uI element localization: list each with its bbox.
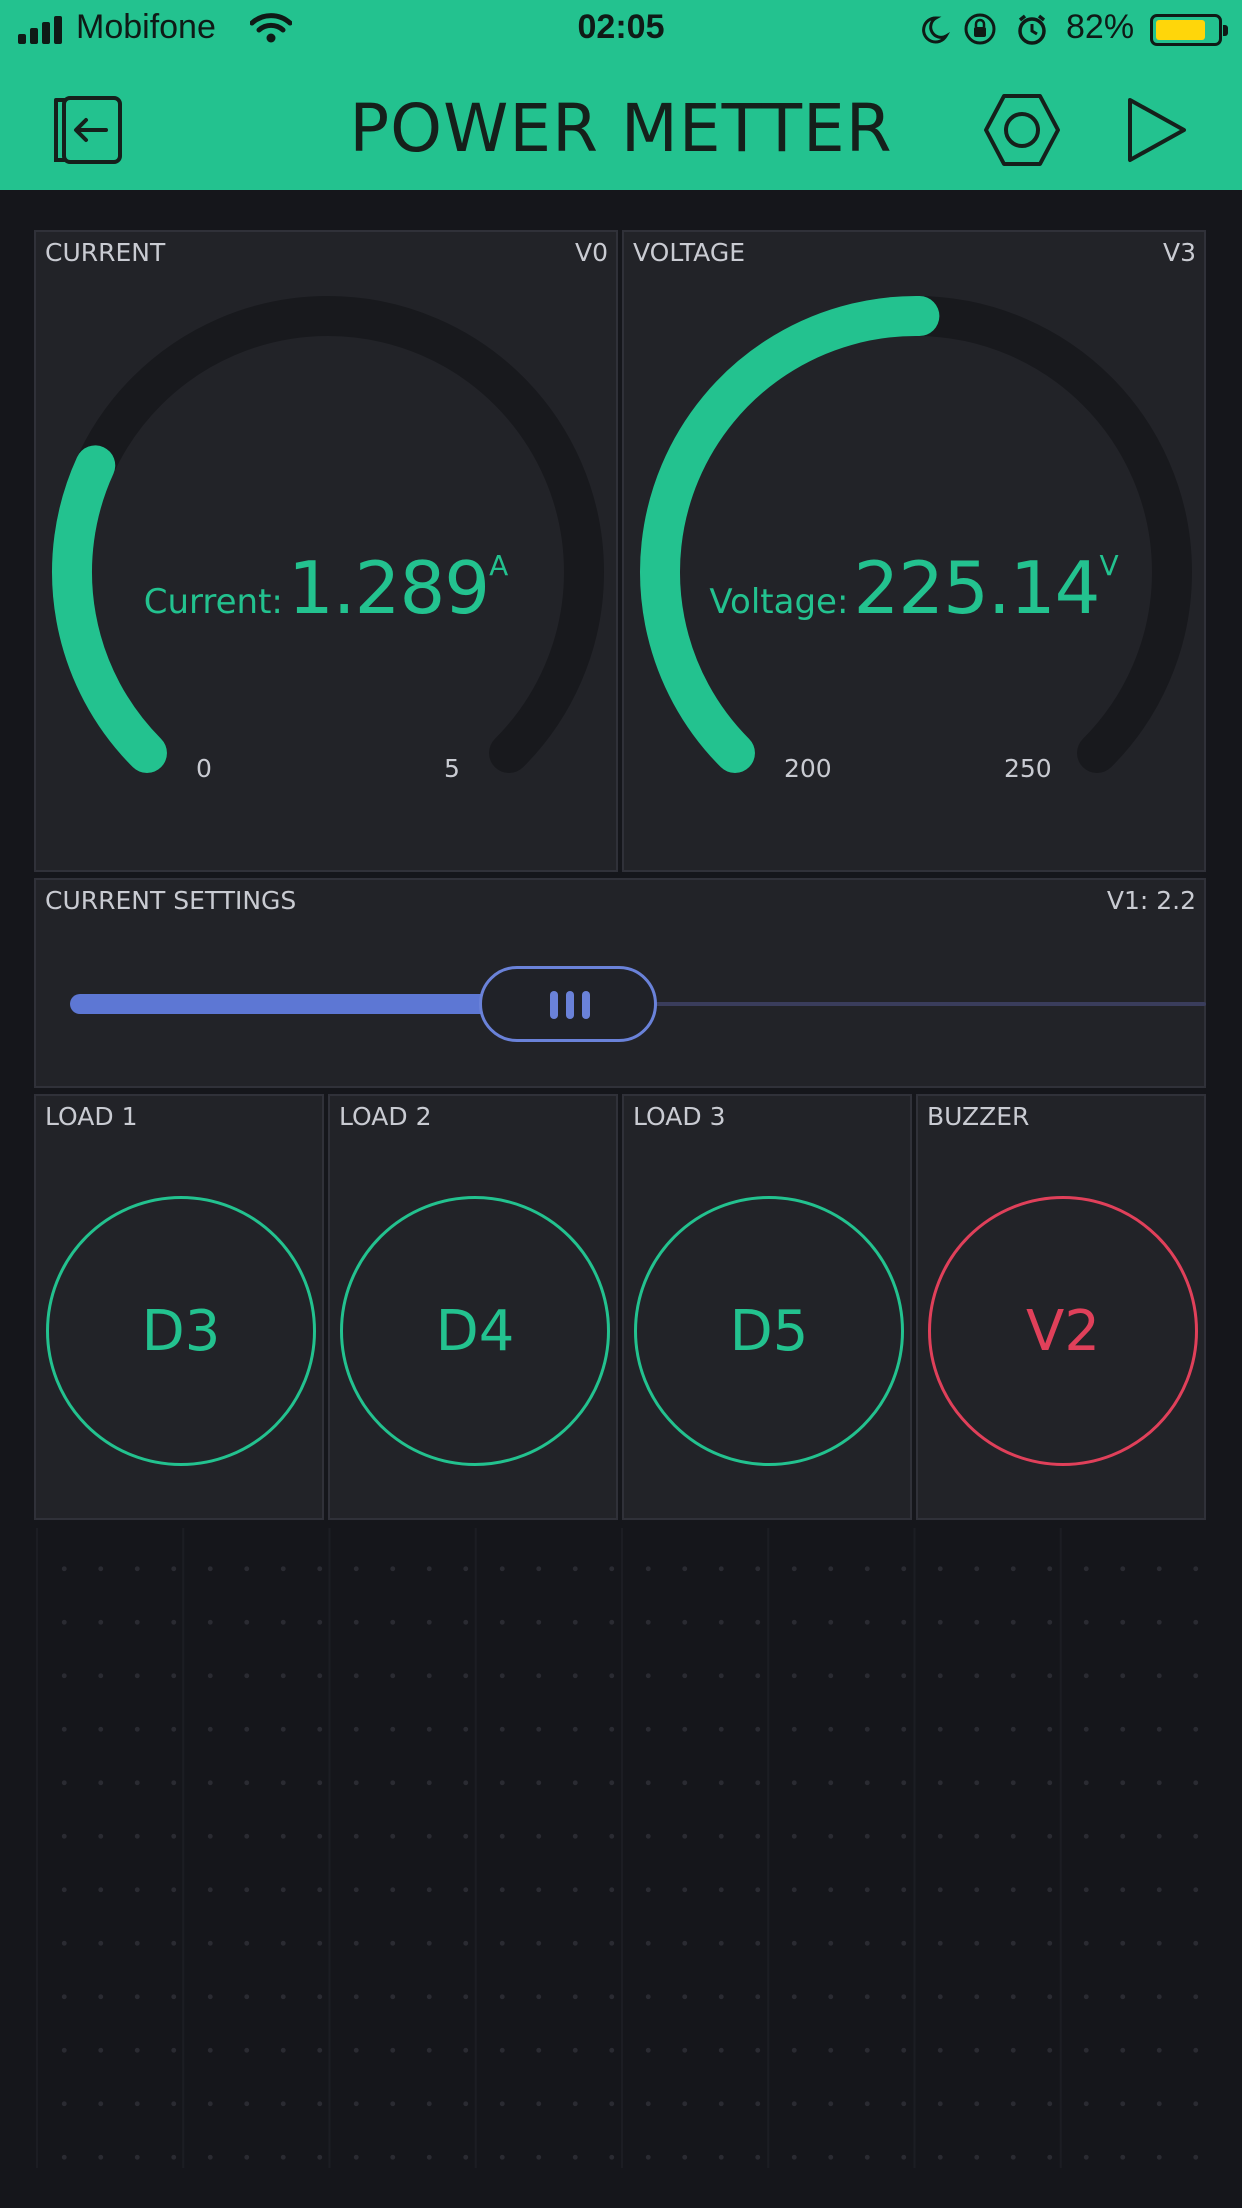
slider-value: V1: 2.2	[1106, 886, 1196, 915]
current-gauge-widget[interactable]: CURRENT V0 Current: 1.289A 0 5	[34, 230, 618, 872]
widget-label: LOAD 2	[339, 1102, 432, 1131]
play-button[interactable]	[1118, 92, 1198, 168]
widget-label: CURRENT SETTINGS	[45, 886, 297, 915]
alarm-icon	[1018, 14, 1046, 45]
hexagon-settings-icon	[984, 94, 1060, 166]
buzzer-widget: BUZZER V2	[916, 1094, 1206, 1520]
empty-widget-grid[interactable]	[36, 1528, 1206, 2168]
app-bar: POWER METTER	[0, 62, 1242, 190]
current-settings-widget: CURRENT SETTINGS V1: 2.2	[34, 878, 1206, 1088]
buzzer-button[interactable]: V2	[928, 1196, 1198, 1466]
drag-handle-icon	[550, 991, 590, 1019]
widget-label: LOAD 3	[633, 1102, 726, 1131]
battery-icon	[1150, 14, 1228, 46]
gauge-unit: A	[489, 549, 509, 582]
gauge-value: 1.289	[287, 546, 490, 630]
gauge-max: 250	[1004, 754, 1052, 783]
rotation-lock-icon	[964, 13, 996, 45]
gauge-value-arc	[640, 296, 940, 774]
load-1-button[interactable]: D3	[46, 1196, 316, 1466]
load-2-button[interactable]: D4	[340, 1196, 610, 1466]
gauge-min: 0	[196, 754, 212, 783]
gauge-caption: Voltage:	[709, 582, 849, 622]
battery-percent: 82%	[1066, 8, 1135, 46]
status-bar: Mobifone 02:05 82%	[0, 0, 1242, 62]
status-icons	[922, 13, 1046, 45]
widget-label: LOAD 1	[45, 1102, 138, 1131]
gauge-readout: Current: 1.289A	[36, 546, 616, 630]
gauge-unit: V	[1099, 549, 1119, 582]
load-3-widget: LOAD 3 D5	[622, 1094, 912, 1520]
load-1-widget: LOAD 1 D3	[34, 1094, 324, 1520]
moon-icon	[922, 16, 951, 44]
play-icon	[1128, 98, 1186, 162]
gauge-readout: Voltage: 225.14V	[624, 546, 1204, 630]
gauge-min: 200	[784, 754, 832, 783]
gauge-max: 5	[444, 754, 460, 783]
load-2-widget: LOAD 2 D4	[328, 1094, 618, 1520]
load-3-button[interactable]: D5	[634, 1196, 904, 1466]
settings-button[interactable]	[982, 92, 1062, 168]
gauge-caption: Current:	[143, 582, 283, 622]
widget-label: BUZZER	[927, 1102, 1030, 1131]
voltage-gauge-widget[interactable]: VOLTAGE V3 Voltage: 225.14V 200 250	[622, 230, 1206, 872]
gauge-track	[52, 296, 604, 774]
gauge-value: 225.14	[853, 546, 1101, 630]
slider-thumb[interactable]	[479, 966, 657, 1042]
